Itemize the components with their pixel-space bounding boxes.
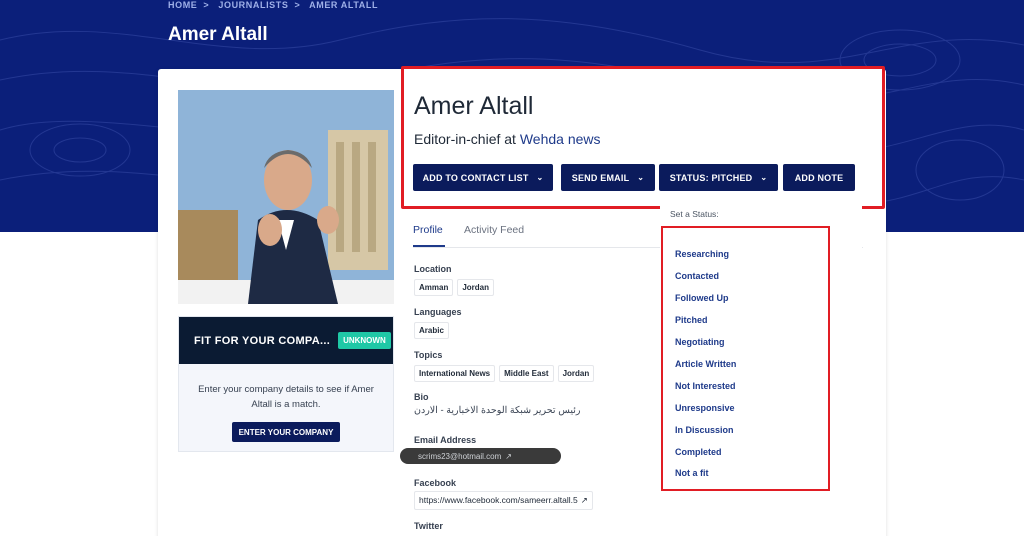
breadcrumb-journalists[interactable]: JOURNALISTS xyxy=(218,0,288,10)
status-option-in-discussion[interactable]: In Discussion xyxy=(675,425,734,435)
status-option-not-interested[interactable]: Not Interested xyxy=(675,381,736,391)
location-chips: Amman Jordan xyxy=(414,279,495,296)
company-fit-header: FIT FOR YOUR COMPA... UNKNOWN xyxy=(179,317,393,364)
company-fit-panel: FIT FOR YOUR COMPA... UNKNOWN Enter your… xyxy=(178,316,394,452)
topics-label: Topics xyxy=(414,350,443,360)
languages-label: Languages xyxy=(414,307,462,317)
topic-chip: Jordan xyxy=(557,365,595,382)
status-option-pitched[interactable]: Pitched xyxy=(675,315,708,325)
external-link-icon: ↗ xyxy=(505,451,512,461)
page-title: Amer Altall xyxy=(168,24,268,45)
topic-chips: International News Middle East Jordan xyxy=(414,365,595,382)
bio-text: رئيس تحرير شبكة الوحدة الاخبارية - الارد… xyxy=(414,405,581,416)
facebook-link[interactable]: https://www.facebook.com/sameerr.altall.… xyxy=(414,491,593,510)
external-link-icon: ↗ xyxy=(580,495,588,505)
location-chip: Amman xyxy=(414,279,454,296)
company-fit-title: FIT FOR YOUR COMPA... xyxy=(194,334,331,347)
enter-company-button[interactable]: ENTER YOUR COMPANY xyxy=(232,422,340,442)
email-value[interactable]: scrims23@hotmail.com ↗ xyxy=(400,448,561,464)
tab-profile[interactable]: Profile xyxy=(413,224,445,247)
email-label: Email Address xyxy=(414,435,477,445)
tab-activity-feed[interactable]: Activity Feed xyxy=(464,224,524,247)
twitter-label: Twitter xyxy=(414,521,443,531)
facebook-label: Facebook xyxy=(414,478,457,488)
location-label: Location xyxy=(414,264,452,274)
status-option-followed-up[interactable]: Followed Up xyxy=(675,293,729,303)
status-option-researching[interactable]: Researching xyxy=(675,249,729,259)
location-chip: Jordan xyxy=(457,279,495,296)
company-fit-text: Enter your company details to see if Ame… xyxy=(198,384,374,410)
breadcrumb: HOME > JOURNALISTS > AMER ALTALL xyxy=(168,0,384,10)
breadcrumb-home[interactable]: HOME xyxy=(168,0,197,10)
breadcrumb-separator: > xyxy=(294,0,301,10)
status-option-negotiating[interactable]: Negotiating xyxy=(675,337,725,347)
status-menu-title: Set a Status: xyxy=(670,209,719,219)
highlight-box-header xyxy=(401,66,885,209)
breadcrumb-separator: > xyxy=(203,0,210,10)
language-chip: Arabic xyxy=(414,322,449,339)
breadcrumb-current: AMER ALTALL xyxy=(309,0,379,10)
fit-status-badge: UNKNOWN xyxy=(338,332,391,349)
status-option-not-a-fit[interactable]: Not a fit xyxy=(675,468,709,478)
facebook-url: https://www.facebook.com/sameerr.altall.… xyxy=(419,495,578,505)
journalist-photo xyxy=(178,90,394,304)
email-address: scrims23@hotmail.com xyxy=(418,451,502,461)
status-option-unresponsive[interactable]: Unresponsive xyxy=(675,403,735,413)
bio-label: Bio xyxy=(414,392,429,402)
status-option-completed[interactable]: Completed xyxy=(675,447,722,457)
status-option-article-written[interactable]: Article Written xyxy=(675,359,736,369)
topic-chip: International News xyxy=(414,365,496,382)
language-chips: Arabic xyxy=(414,322,449,339)
status-option-contacted[interactable]: Contacted xyxy=(675,271,719,281)
topic-chip: Middle East xyxy=(499,365,554,382)
